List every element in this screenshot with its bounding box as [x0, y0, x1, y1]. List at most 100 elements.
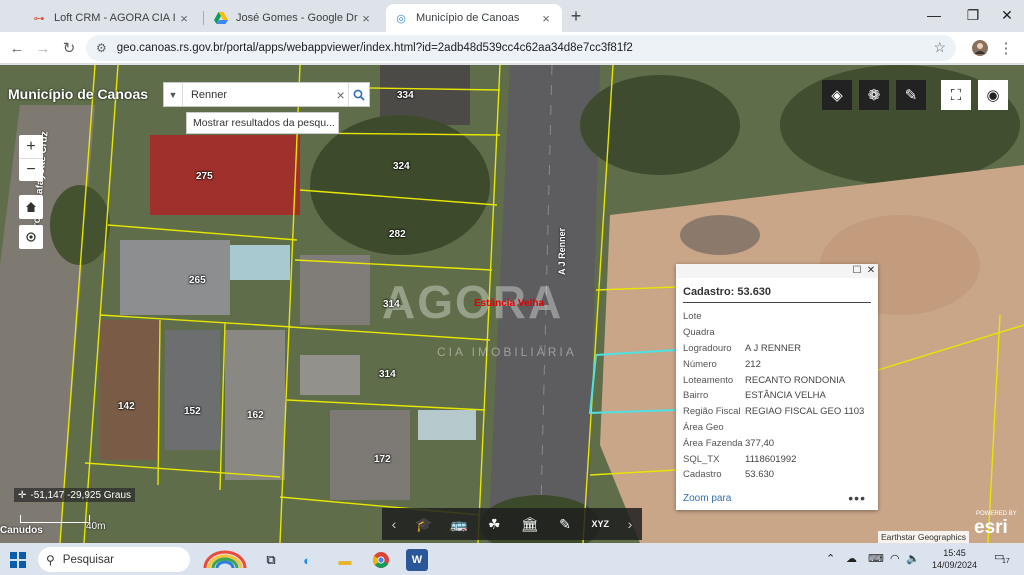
word-icon[interactable]: W [406, 549, 428, 571]
attribute-row: Lote [683, 311, 702, 323]
volume-icon[interactable]: 🔈 [906, 552, 920, 565]
quick-access-toolbar: ‹ 🎓 🚌 ☘ 🏛 ✎ XYZ › [382, 508, 642, 540]
taskbar-clock[interactable]: 15:45 14/09/2024 [932, 547, 977, 571]
street-label: A J Renner [557, 227, 567, 275]
layer-list-button[interactable]: ◈ [822, 80, 852, 110]
neighborhood-label: Estância Velha [474, 298, 545, 309]
search-source-dropdown[interactable]: ▼ [164, 83, 183, 106]
crm-icon: ⊶ [33, 12, 45, 25]
google-drive-icon [214, 11, 228, 25]
search-icon [353, 89, 365, 101]
profile-avatar[interactable] [968, 36, 992, 60]
locate-icon [26, 232, 36, 242]
windows-start-button[interactable] [10, 552, 26, 568]
forward-button[interactable]: → [31, 36, 55, 60]
back-button[interactable]: ← [5, 36, 29, 60]
browser-menu-icon[interactable]: ⋮ [994, 36, 1018, 60]
chevron-right-icon[interactable]: › [618, 516, 642, 532]
tool-icon[interactable]: ✎ [547, 516, 582, 533]
xyz-icon[interactable]: XYZ [583, 519, 618, 529]
search-input[interactable] [182, 88, 333, 101]
coordinate-text: -51,147 -29,925 Graus [30, 489, 132, 501]
education-icon[interactable]: 🎓 [406, 516, 441, 533]
tab-divider [203, 11, 204, 25]
weather-widget-icon[interactable] [200, 549, 250, 571]
attribute-row: SQL_TX 1118601992 [683, 453, 797, 465]
reload-button[interactable]: ↻ [57, 36, 81, 60]
map-view[interactable]: AGORA CIA IMOBILIÁRIA 334 275 324 282 26… [0, 65, 1024, 543]
tab-municipio-canoas[interactable]: ◎ Município de Canoas × [386, 4, 562, 32]
lot-number: 172 [374, 454, 391, 465]
attribute-row: Área Geo [683, 421, 724, 433]
lot-number: 282 [389, 229, 406, 240]
close-icon[interactable]: ✕ [864, 264, 878, 278]
zoom-to-link[interactable]: Zoom para [683, 493, 731, 504]
tab-loft-crm[interactable]: ⊶ Loft CRM - AGORA CIA IMOBILI × [24, 4, 200, 32]
chevron-up-icon[interactable]: ⌃ [826, 552, 835, 565]
attribute-row: Quadra [683, 327, 715, 339]
edge-browser-icon[interactable]: ◐ [296, 549, 318, 571]
close-tab-icon[interactable]: × [538, 11, 554, 26]
notification-center-button[interactable]: ▭ 17 [994, 550, 1012, 568]
bookmark-star-icon[interactable]: ☆ [933, 39, 946, 56]
attribute-row: Número 212 [683, 358, 761, 370]
building-icon[interactable]: 🏛 [512, 516, 547, 533]
attribute-row: Bairro ESTÂNCIA VELHA [683, 390, 826, 402]
close-window-button[interactable]: ✕ [984, 0, 1024, 30]
address-bar[interactable]: ⚙ geo.canoas.rs.gov.br/portal/apps/webap… [86, 35, 956, 61]
url-text[interactable]: geo.canoas.rs.gov.br/portal/apps/webappv… [117, 42, 633, 54]
watermark-subtitle: CIA IMOBILIÁRIA [437, 345, 577, 359]
attribute-row: Logradouro A J RENNER [683, 342, 801, 354]
zoom-out-button[interactable]: − [19, 158, 43, 181]
search-button[interactable] [348, 83, 369, 106]
feature-popup: ☐ ✕ Cadastro: 53.630 Lote Quadra Logrado… [676, 264, 878, 510]
lot-number: 275 [196, 171, 213, 182]
plant-icon[interactable]: ☘ [477, 516, 512, 533]
locate-button[interactable] [19, 225, 43, 249]
chrome-browser-icon[interactable] [370, 549, 392, 571]
street-label: Canudos [0, 525, 43, 536]
wifi-icon[interactable]: ◠ [890, 552, 900, 565]
chevron-left-icon[interactable]: ‹ [382, 516, 406, 532]
task-view-icon[interactable]: ⧉ [260, 549, 282, 571]
site-info-icon[interactable]: ⚙ [96, 41, 107, 55]
visibility-button[interactable]: ◉ [978, 80, 1008, 110]
crosshair-icon[interactable]: ✛ [18, 490, 26, 501]
arcgis-icon: ◎ [396, 12, 406, 25]
pencil-icon: ✎ [904, 87, 918, 104]
close-tab-icon[interactable]: × [358, 11, 374, 26]
eye-icon: ◉ [986, 87, 1000, 104]
map-attribution: Earthstar Geographics [878, 531, 970, 543]
maximize-icon[interactable]: ☐ [850, 264, 864, 278]
tab-google-drive[interactable]: José Gomes - Google Drive × [206, 4, 382, 32]
app-header: Município de Canoas [8, 78, 148, 110]
coordinate-display: ✛ -51,147 -29,925 Graus [14, 488, 136, 502]
basemap-gallery-button[interactable]: ❁ [859, 80, 889, 110]
lot-number: 324 [393, 161, 410, 172]
clock-date: 14/09/2024 [932, 560, 978, 570]
notification-count: 17 [1002, 558, 1010, 565]
taskbar-search[interactable]: ⚲ Pesquisar [38, 547, 190, 572]
attribute-row: Cadastro 53.630 [683, 469, 775, 481]
palette-icon: ❁ [867, 87, 881, 104]
close-tab-icon[interactable]: × [176, 11, 192, 26]
zoom-in-button[interactable]: + [19, 135, 43, 158]
lot-number: 265 [189, 275, 206, 286]
lot-number: 162 [247, 410, 264, 421]
more-actions-icon[interactable]: ••• [848, 490, 866, 506]
popup-header: ☐ ✕ [676, 264, 878, 278]
draw-button[interactable]: ✎ [896, 80, 926, 110]
esri-logo[interactable]: esri [974, 517, 1008, 539]
onedrive-icon[interactable]: ☁ [846, 552, 857, 565]
fullscreen-button[interactable]: ⛶ [941, 80, 971, 110]
bus-icon[interactable]: 🚌 [441, 516, 476, 533]
file-explorer-icon[interactable]: ▬ [334, 549, 356, 571]
language-icon[interactable]: ⌨ [868, 552, 884, 565]
clear-icon[interactable]: × [333, 87, 348, 103]
lot-number: 334 [397, 90, 414, 101]
search-suggestion[interactable]: Mostrar resultados da pesqu... [186, 112, 339, 134]
new-tab-button[interactable]: + [566, 6, 586, 26]
home-button[interactable] [19, 195, 43, 219]
lot-number: 314 [383, 299, 400, 310]
scale-label: 40m [86, 521, 106, 532]
